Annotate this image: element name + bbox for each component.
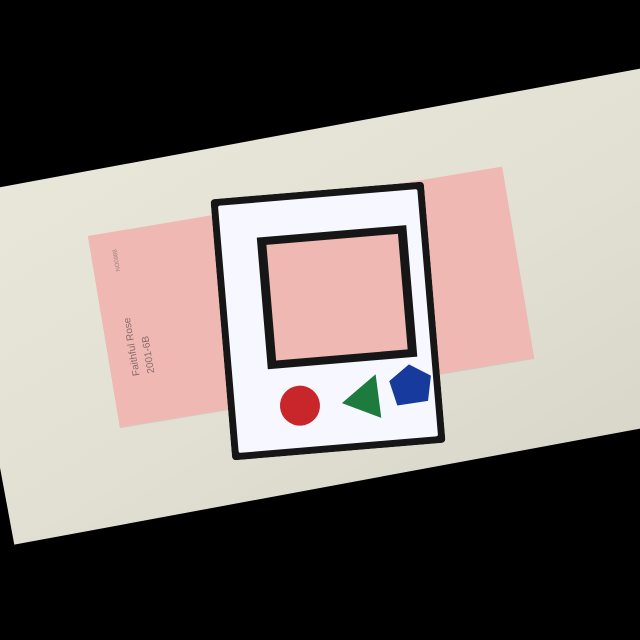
swatch-window: [266, 233, 408, 361]
swatch-code: 2001-6B: [140, 335, 158, 375]
frame-viewer-svg: [210, 181, 446, 461]
swatch-name: Faithful Rose: [121, 316, 143, 377]
photo-scene: Faithful Rose 2001-6B NO0988: [0, 0, 640, 640]
swatch-serial: NO0988: [112, 248, 123, 272]
frame-viewer-card: [210, 181, 446, 461]
